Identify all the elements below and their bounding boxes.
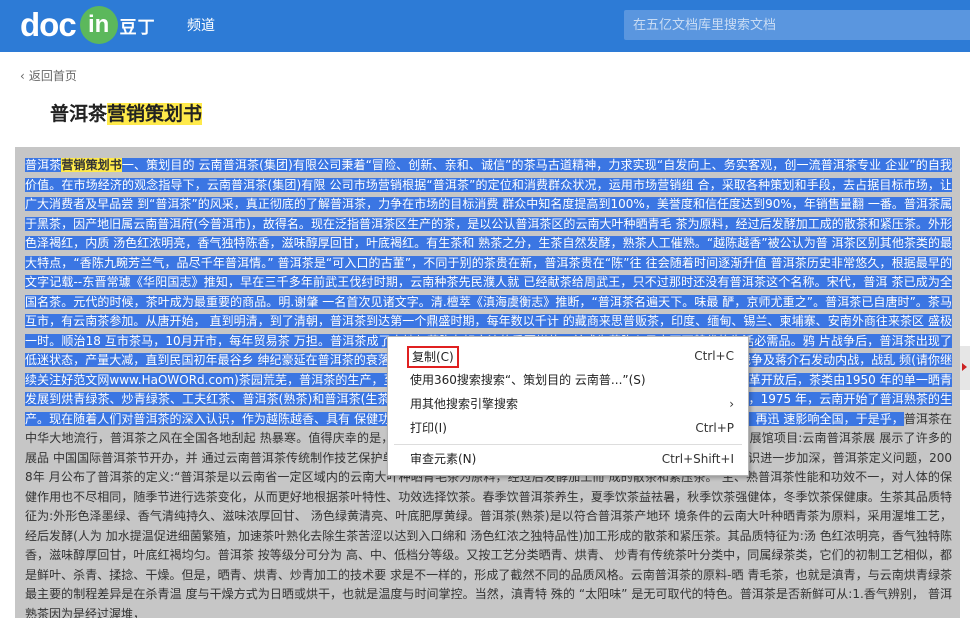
side-expand-tab[interactable] [960,346,970,390]
context-menu-print-label: 打印(I) [410,421,447,435]
context-menu-copy-label: 复制(C) [407,346,459,368]
docin-logo[interactable]: doc in 豆丁 [20,5,156,45]
context-menu-search-360-label: 使用360搜索搜索“、策划目的 云南普...”(S) [410,373,646,387]
chevron-right-icon: › [729,397,734,411]
nav-channel-link[interactable]: 频道 [187,15,215,35]
search-input[interactable] [624,10,970,40]
context-menu-search-360[interactable]: 使用360搜索搜索“、策划目的 云南普...”(S) [388,369,748,391]
context-menu-inspect-shortcut: Ctrl+Shift+I [661,452,734,466]
logo-in-badge: in [79,6,118,44]
context-menu-copy[interactable]: 复制(C) Ctrl+C [388,345,748,368]
context-menu-other-search-label: 用其他搜索引擎搜索 [410,397,519,411]
context-menu-other-search[interactable]: 用其他搜索引擎搜索 › [388,393,748,415]
back-to-home-link[interactable]: ‹ 返回首页 [20,67,77,84]
logo-doc-text: doc [20,6,77,43]
back-link-label: 返回首页 [28,69,77,83]
title-part: 普洱茶 [50,103,108,125]
context-menu: 复制(C) Ctrl+C 使用360搜索搜索“、策划目的 云南普...”(S) … [387,336,749,476]
triangle-right-icon [962,363,967,371]
top-navigation-bar: doc in 豆丁 频道 [0,0,970,52]
context-menu-copy-shortcut: Ctrl+C [694,349,734,363]
title-highlight: 营销策划书 [107,103,203,125]
page-title: 普洱茶营销策划书 [50,99,203,126]
context-menu-inspect[interactable]: 审查元素(N) Ctrl+Shift+I [388,448,748,470]
context-menu-print[interactable]: 打印(I) Ctrl+P [388,417,748,439]
context-menu-divider [394,444,742,445]
context-menu-print-shortcut: Ctrl+P [695,421,734,435]
context-menu-inspect-label: 审查元素(N) [410,452,477,466]
doc-lead: 普洱茶 [25,158,62,172]
chevron-left-icon: ‹ [20,69,25,83]
logo-chinese-text: 豆丁 [119,17,156,38]
doc-keyword-highlight: 营销策划书 [61,158,122,172]
